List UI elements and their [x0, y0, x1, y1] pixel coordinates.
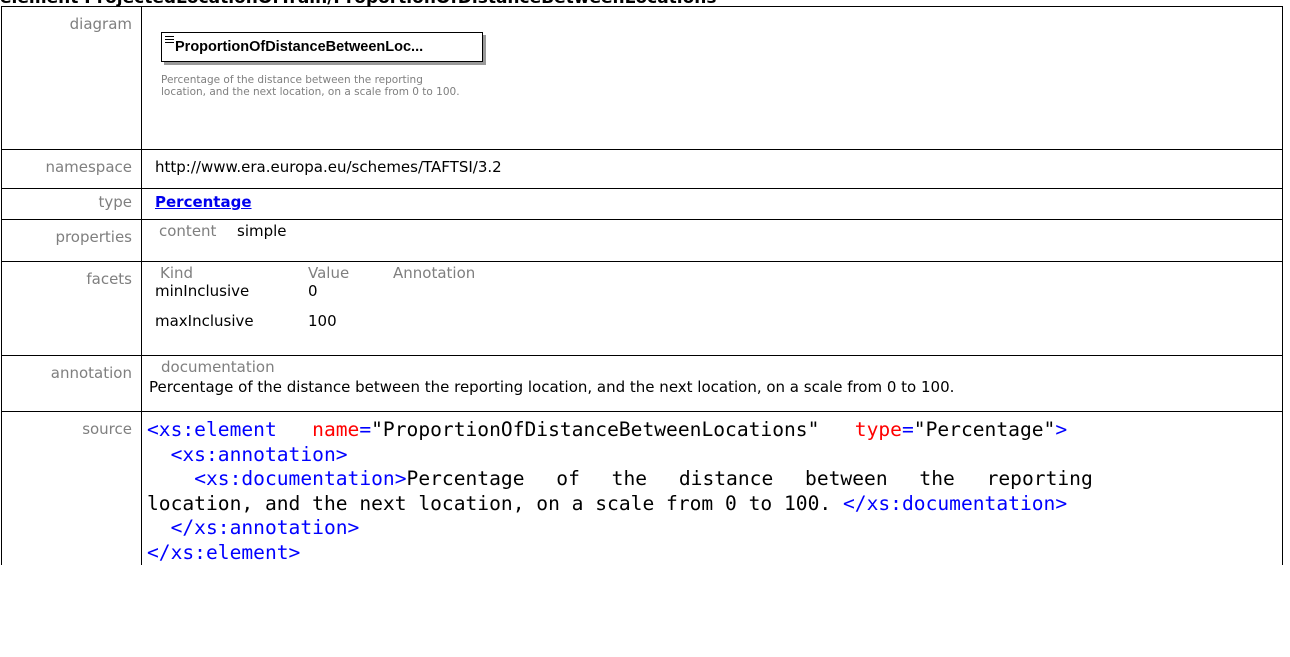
- type-link[interactable]: Percentage: [155, 193, 252, 211]
- diagram-element-box[interactable]: ProportionOfDistanceBetweenLoc...: [161, 32, 483, 62]
- properties-key: content: [159, 222, 217, 240]
- diagram-documentation: Percentage of the distance between the r…: [161, 74, 460, 98]
- facet-value: 100: [308, 312, 337, 330]
- properties-cell: content simple: [141, 219, 1283, 262]
- diagram-element-name: ProportionOfDistanceBetweenLoc...: [175, 39, 424, 55]
- element-lines-icon: [165, 36, 174, 43]
- annotation-text: Percentage of the distance between the r…: [149, 378, 955, 396]
- source-code: <xs:element name="ProportionOfDistanceBe…: [147, 418, 1093, 564]
- properties-label: properties: [1, 219, 142, 262]
- properties-value: simple: [237, 222, 287, 240]
- facet-kind: minInclusive: [155, 282, 250, 300]
- facets-header-kind: Kind: [160, 264, 194, 282]
- annotation-header: documentation: [161, 358, 275, 376]
- facets-label: facets: [1, 261, 142, 356]
- annotation-cell: documentation Percentage of the distance…: [141, 355, 1283, 412]
- diagram-cell: ProportionOfDistanceBetweenLoc... Percen…: [141, 6, 1283, 150]
- diagram-label: diagram: [1, 6, 142, 150]
- source-cell: <xs:element name="ProportionOfDistanceBe…: [141, 411, 1283, 565]
- source-label: source: [1, 411, 142, 565]
- annotation-label: annotation: [1, 355, 142, 412]
- namespace-value: http://www.era.europa.eu/schemes/TAFTSI/…: [141, 149, 1283, 189]
- facet-value: 0: [308, 282, 318, 300]
- namespace-label: namespace: [1, 149, 142, 189]
- type-label: type: [1, 188, 142, 220]
- facets-row: maxInclusive 100: [152, 312, 475, 330]
- facets-header-annotation: Annotation: [393, 264, 476, 282]
- element-doc-table: diagram ProportionOfDistanceBetweenLoc..…: [1, 6, 1283, 565]
- facets-row: minInclusive 0: [152, 282, 475, 312]
- facets-table: Kind Value Annotation minInclusive 0 max…: [152, 264, 475, 330]
- facets-cell: Kind Value Annotation minInclusive 0 max…: [141, 261, 1283, 356]
- type-cell: Percentage: [141, 188, 1283, 220]
- facets-header-value: Value: [308, 264, 350, 282]
- facet-kind: maxInclusive: [155, 312, 254, 330]
